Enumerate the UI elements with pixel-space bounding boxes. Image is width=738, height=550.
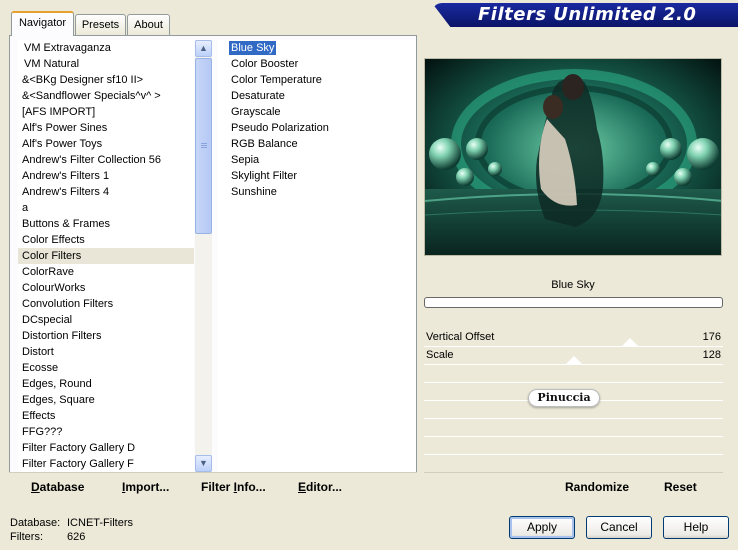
list-item[interactable]: Pseudo Polarization	[218, 120, 416, 136]
scroll-thumb[interactable]	[195, 58, 212, 234]
preview-image	[424, 58, 722, 256]
tab-about[interactable]: About	[127, 14, 170, 35]
list-item[interactable]: Alf's Power Sines	[18, 120, 194, 136]
filter-effect-list[interactable]: Blue Sky Color Booster Color Temperature De…	[218, 40, 416, 472]
list-item[interactable]: &<Sandflower Specials^v^ >	[18, 88, 194, 104]
filters-count-value: 626	[67, 531, 86, 543]
list-item-label: Sepia	[231, 154, 260, 166]
list-item[interactable]: VM Extravaganza	[18, 40, 194, 56]
list-item-label: Blue Sky	[229, 41, 277, 55]
cancel-button[interactable]: Cancel	[586, 516, 652, 539]
list-item[interactable]: Distort	[18, 344, 194, 360]
database-value: ICNET-Filters	[67, 517, 133, 529]
list-item-label: RGB Balance	[231, 138, 298, 150]
filter-category-list[interactable]: VM Extravaganza VM Natural &<BKg Designer …	[18, 40, 194, 472]
slider-label: Vertical Offset	[426, 331, 495, 343]
list-item[interactable]: Color Filters	[18, 248, 194, 264]
list-item[interactable]: Andrew's Filters 1	[18, 168, 194, 184]
list-item[interactable]: Convolution Filters	[18, 296, 194, 312]
slider-value: 128	[702, 349, 721, 361]
selected-filter-name: Blue Sky	[551, 279, 595, 291]
empty-slider-row	[424, 366, 723, 383]
list-item[interactable]: Edges, Round	[18, 376, 194, 392]
slider-value: 176	[702, 331, 721, 343]
watermark-logo: Pinuccia	[528, 389, 600, 407]
list-item[interactable]: Filter Factory Gallery D	[18, 440, 194, 456]
slider-vertical-offset[interactable]: Vertical Offset 176	[424, 330, 723, 347]
list-item-label: Color Booster	[231, 58, 299, 70]
import-button[interactable]: Import...	[122, 480, 169, 494]
list-item[interactable]: Distortion Filters	[18, 328, 194, 344]
list-item[interactable]: a	[18, 200, 194, 216]
scroll-down-button[interactable]: ▼	[195, 455, 212, 472]
list-item[interactable]: Desaturate	[218, 88, 416, 104]
list-item[interactable]: ColourWorks	[18, 280, 194, 296]
editor-button[interactable]: Editor...	[298, 480, 342, 494]
reset-button[interactable]: Reset	[664, 480, 697, 494]
list-item[interactable]: VM Natural	[18, 56, 194, 72]
list-item-label: Color Temperature	[231, 74, 322, 86]
app-title: Filters Unlimited 2.0	[478, 4, 697, 25]
list-item[interactable]: Color Booster	[218, 56, 416, 72]
list-item-label: Sunshine	[231, 186, 277, 198]
list-item[interactable]: DCspecial	[18, 312, 194, 328]
list-item[interactable]: Buttons & Frames	[18, 216, 194, 232]
list-item[interactable]: RGB Balance	[218, 136, 416, 152]
list-item[interactable]: Effects	[18, 408, 194, 424]
list-item[interactable]: &<BKg Designer sf10 II>	[18, 72, 194, 88]
tab-navigator[interactable]: Navigator	[11, 11, 74, 36]
slider-scale[interactable]: Scale 128	[424, 348, 723, 365]
list-item-label: Skylight Filter	[231, 170, 298, 182]
filter-info-button[interactable]: Filter Info...	[201, 480, 266, 494]
list-item-label: Pseudo Polarization	[231, 122, 329, 134]
list-item[interactable]: Filter Factory Gallery F	[18, 456, 194, 472]
empty-slider-row	[424, 438, 723, 455]
list-item[interactable]: Andrew's Filter Collection 56	[18, 152, 194, 168]
list-item-label: Desaturate	[231, 90, 285, 102]
list-item[interactable]: Skylight Filter	[218, 168, 416, 184]
filters-count-label: Filters:	[10, 531, 43, 543]
list-item[interactable]: Color Effects	[18, 232, 194, 248]
list-item[interactable]: Sepia	[218, 152, 416, 168]
list-item[interactable]: Alf's Power Toys	[18, 136, 194, 152]
list-item[interactable]: Edges, Square	[18, 392, 194, 408]
category-scrollbar[interactable]: ▲ ▼	[195, 40, 212, 472]
slider-thumb[interactable]	[622, 338, 639, 346]
slider-thumb[interactable]	[565, 356, 582, 364]
tab-presets[interactable]: Presets	[75, 14, 126, 35]
slider-label: Scale	[426, 349, 454, 361]
list-item[interactable]: Andrew's Filters 4	[18, 184, 194, 200]
list-item[interactable]: [AFS IMPORT]	[18, 104, 194, 120]
database-label: Database:	[10, 517, 61, 529]
list-item[interactable]: Blue Sky	[218, 40, 416, 56]
list-item-label: Grayscale	[231, 106, 281, 118]
empty-slider-row	[424, 420, 723, 437]
list-item[interactable]: Ecosse	[18, 360, 194, 376]
database-button[interactable]: Database	[31, 480, 84, 494]
list-item[interactable]: Color Temperature	[218, 72, 416, 88]
progress-bar	[424, 297, 723, 308]
list-item[interactable]: Grayscale	[218, 104, 416, 120]
list-item[interactable]: FFG???	[18, 424, 194, 440]
scroll-up-button[interactable]: ▲	[195, 40, 212, 57]
randomize-button[interactable]: Randomize	[565, 480, 629, 494]
help-button[interactable]: Help	[663, 516, 729, 539]
apply-button[interactable]: Apply	[509, 516, 575, 539]
list-item[interactable]: Sunshine	[218, 184, 416, 200]
list-item[interactable]: ColorRave	[18, 264, 194, 280]
